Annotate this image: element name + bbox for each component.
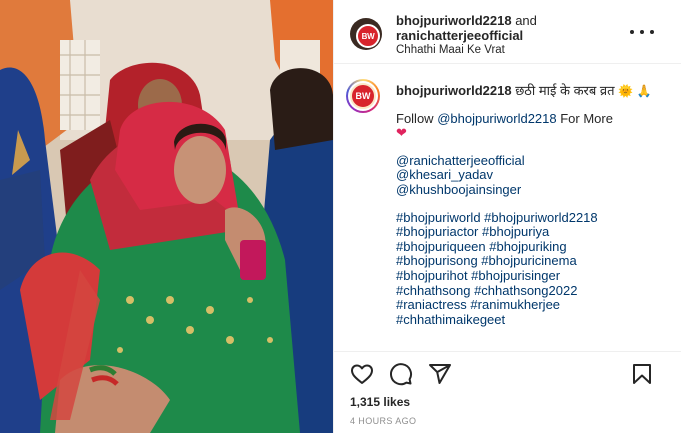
caption-author-avatar[interactable]: BW — [346, 79, 380, 113]
likes-count[interactable]: 1,315 likes — [350, 395, 410, 409]
hashtag-line[interactable]: #bhojpurihot #bhojpurisinger — [396, 268, 666, 284]
caption-area: BW bhojpuriworld2218 छठी माई के करब व्रत… — [334, 65, 681, 351]
heart-emoji-icon: ❤ — [396, 125, 407, 141]
avatar-monogram: BW — [361, 31, 375, 41]
hashtag-line[interactable]: #bhojpuriactor #bhojpuriya — [396, 225, 666, 240]
mention-link[interactable]: @ranichatterjeeofficial — [396, 153, 666, 169]
mention-link[interactable]: @khesari_yadav — [396, 168, 666, 183]
action-bar — [334, 351, 681, 391]
post-modal: BW bhojpuriworld2218 and ranichatterjeeo… — [0, 0, 681, 433]
caption-username-link[interactable]: bhojpuriworld2218 — [396, 83, 512, 98]
post-video[interactable] — [0, 0, 333, 433]
collab-authors: bhojpuriworld2218 and ranichatterjeeoffi… — [396, 13, 626, 43]
and-connector: and — [511, 13, 537, 28]
hashtag-line[interactable]: #bhojpuriworld #bhojpuriworld2218 — [396, 210, 666, 226]
caption: bhojpuriworld2218 छठी माई के करब व्रत 🌞 … — [396, 83, 666, 340]
comment-icon[interactable] — [389, 362, 413, 386]
avatar-monogram: BW — [355, 91, 371, 101]
follow-handle-link[interactable]: @bhojpuriworld2218 — [437, 111, 556, 126]
hashtag-line[interactable]: #bhojpurisong #bhojpuricinema — [396, 254, 666, 269]
sun-emoji-icon: 🌞 — [618, 84, 634, 98]
caption-follow-paragraph: Follow @bhojpuriworld2218 For More ❤ — [396, 110, 666, 141]
bookmark-icon[interactable] — [630, 362, 654, 386]
caption-first-paragraph: bhojpuriworld2218 छठी माई के करब व्रत 🌞 … — [396, 83, 666, 99]
praying-hands-emoji-icon: 🙏 — [636, 84, 652, 98]
hashtag-line[interactable]: #bhojpuriqueen #bhojpuriking — [396, 239, 666, 255]
post-header: BW bhojpuriworld2218 and ranichatterjeeo… — [334, 0, 681, 64]
post-timestamp[interactable]: 4 HOURS AGO — [350, 416, 416, 426]
mention-link[interactable]: @khushboojainsinger — [396, 182, 666, 198]
paper-plane-icon[interactable] — [428, 362, 452, 386]
post-side-panel: BW bhojpuriworld2218 and ranichatterjeeo… — [333, 0, 681, 433]
caption-text: छठी माई के करब व्रत — [511, 83, 619, 98]
hashtag-line[interactable]: #chhathimaikegeet — [396, 312, 666, 328]
hashtag-line[interactable]: #chhathsong #chhathsong2022 — [396, 283, 666, 299]
audio-label[interactable]: Chhathi Maai Ke Vrat — [396, 44, 505, 56]
author-username-link[interactable]: bhojpuriworld2218 — [396, 13, 512, 28]
author-avatar[interactable]: BW — [350, 18, 382, 50]
hashtag-line[interactable]: #raniactress #ranimukherjee — [396, 298, 666, 313]
video-frame — [0, 0, 333, 433]
mentions-block: @ranichatterjeeofficial @khesari_yadav @… — [396, 153, 666, 198]
heart-outline-icon[interactable] — [350, 362, 374, 386]
follow-prefix: Follow — [396, 110, 438, 126]
more-options-icon[interactable] — [630, 24, 654, 40]
follow-suffix: For More — [556, 110, 613, 126]
hashtags-block: #bhojpuriworld #bhojpuriworld2218 #bhojp… — [396, 210, 666, 328]
coauthor-username-link[interactable]: ranichatterjeeofficial — [396, 28, 523, 43]
